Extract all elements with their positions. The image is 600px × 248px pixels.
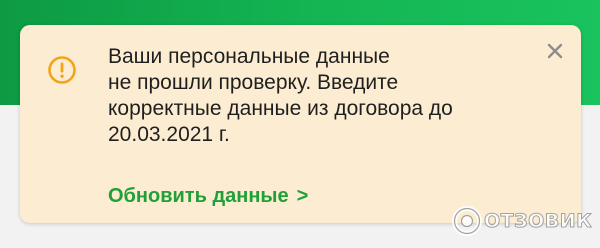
watermark-text: ОТЗОВИК [483, 210, 593, 233]
verification-alert-card: Ваши персональные данные не прошли прове… [20, 25, 581, 223]
alert-message: Ваши персональные данные не прошли прове… [108, 44, 538, 148]
alert-message-line: не прошли проверку. Введите [108, 71, 399, 94]
chevron-right-icon: > [296, 185, 309, 207]
close-icon[interactable] [545, 41, 565, 61]
update-data-link[interactable]: Обновить данные > [108, 185, 308, 208]
alert-message-line: корректные данные из договора до [108, 97, 453, 120]
update-data-label: Обновить данные [108, 185, 289, 207]
otzovik-watermark: ОТЗОВИК [452, 203, 592, 239]
exclamation-circle-icon [48, 56, 76, 84]
otzovik-logo-icon [452, 206, 482, 236]
alert-message-line: 20.03.2021 г. [108, 123, 230, 146]
alert-message-line: Ваши персональные данные [108, 45, 390, 68]
